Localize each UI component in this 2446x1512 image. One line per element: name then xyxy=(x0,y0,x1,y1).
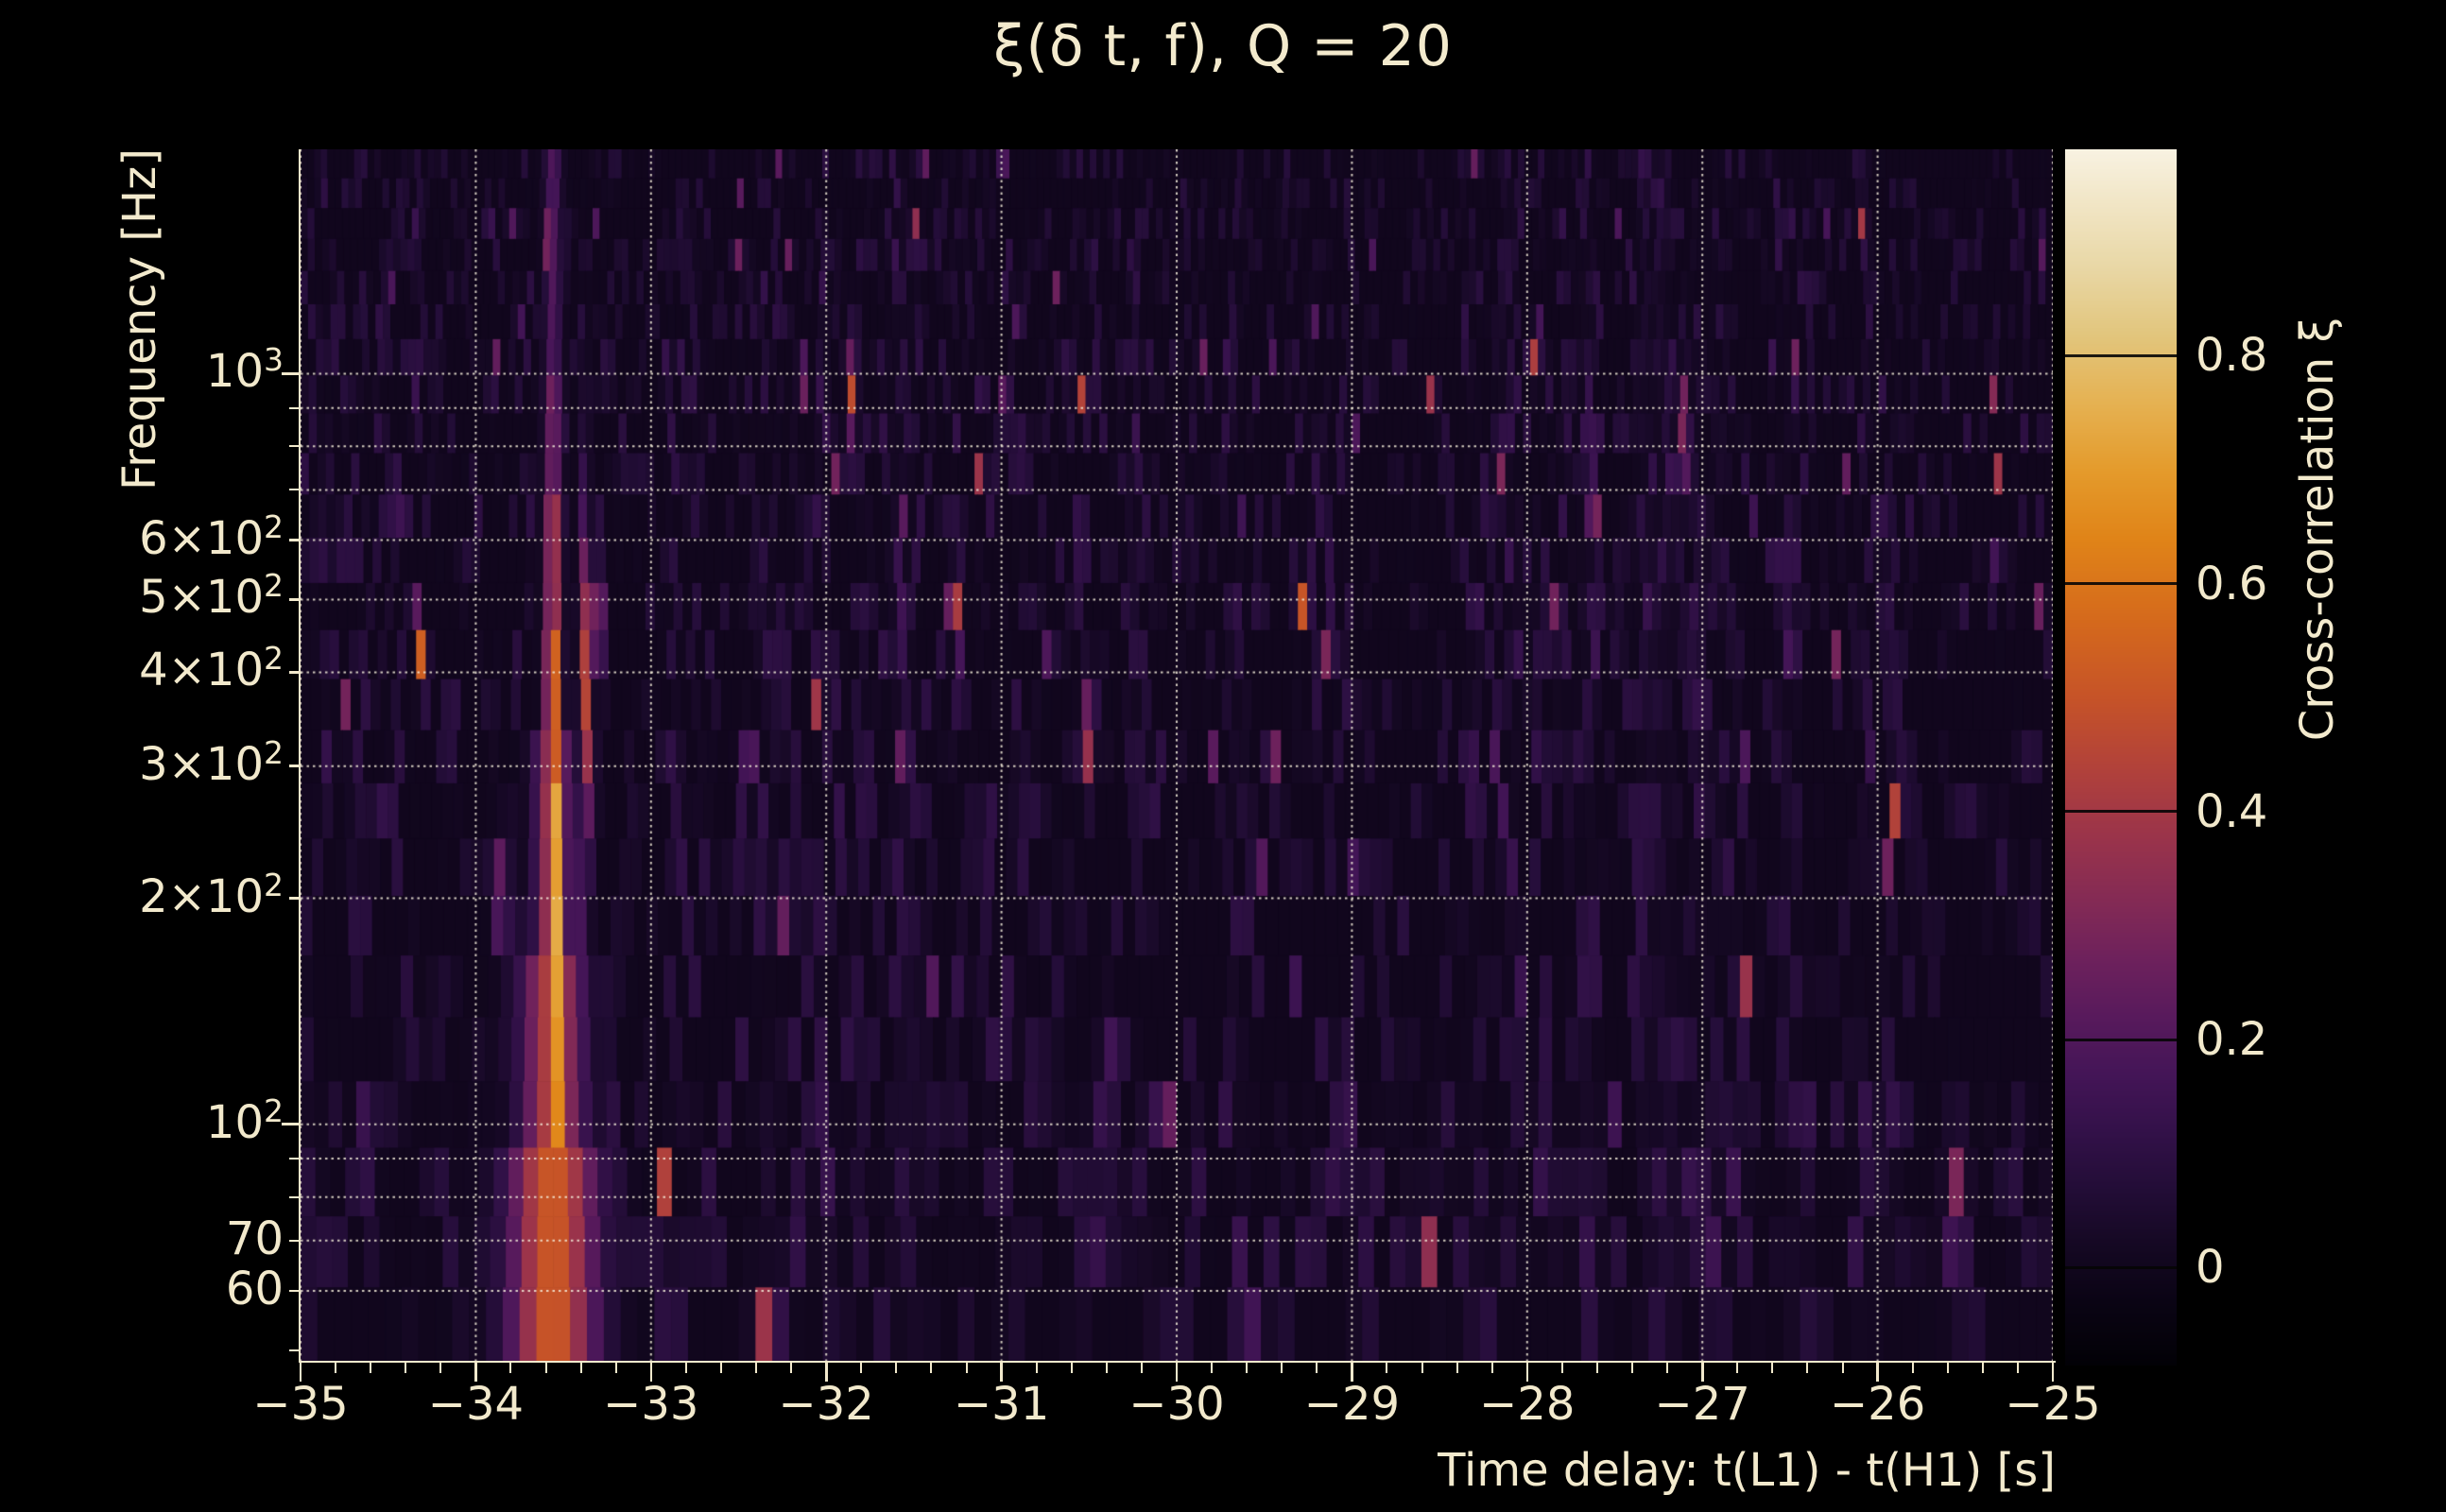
y-tick xyxy=(282,1123,301,1125)
x-minor-tick xyxy=(1035,1363,1038,1373)
y-tick xyxy=(289,671,301,674)
y-minor-tick xyxy=(289,1349,301,1351)
x-minor-tick xyxy=(1841,1363,1844,1373)
x-minor-tick xyxy=(1736,1363,1739,1373)
x-minor-tick xyxy=(1490,1363,1493,1373)
colorbar-title: Cross-correlation ξ xyxy=(2291,317,2344,742)
y-tick-label: 4×102 xyxy=(139,640,284,697)
x-minor-tick xyxy=(965,1363,968,1373)
y-tick-label: 102 xyxy=(205,1091,284,1149)
x-minor-tick xyxy=(335,1363,337,1373)
y-minor-tick xyxy=(289,1158,301,1160)
x-minor-tick xyxy=(579,1363,582,1373)
x-tick-label: −27 xyxy=(1654,1378,1750,1431)
x-minor-tick xyxy=(1140,1363,1143,1373)
spectrogram-heatmap xyxy=(301,149,2053,1361)
y-tick xyxy=(289,897,301,900)
x-tick-label: −33 xyxy=(603,1378,699,1431)
colorbar-tick-label: 0 xyxy=(2196,1241,2225,1295)
x-minor-tick xyxy=(1246,1363,1249,1373)
x-minor-tick xyxy=(1981,1363,1984,1373)
x-minor-tick xyxy=(930,1363,933,1373)
x-minor-tick xyxy=(509,1363,512,1373)
x-minor-tick xyxy=(1771,1363,1774,1373)
colorbar-tick-label: 0.8 xyxy=(2196,329,2268,383)
x-minor-tick xyxy=(895,1363,898,1373)
x-minor-tick xyxy=(614,1363,617,1373)
x-minor-tick xyxy=(1560,1363,1563,1373)
x-minor-tick xyxy=(1070,1363,1073,1373)
colorbar-tick xyxy=(2065,810,2177,814)
x-minor-tick xyxy=(1105,1363,1108,1373)
x-tick-label: −28 xyxy=(1479,1378,1576,1431)
y-tick xyxy=(289,598,301,601)
x-minor-tick xyxy=(1595,1363,1598,1373)
x-minor-tick xyxy=(1211,1363,1214,1373)
x-minor-tick xyxy=(1911,1363,1914,1373)
y-tick-label: 103 xyxy=(205,341,284,399)
x-minor-tick xyxy=(1386,1363,1388,1373)
x-minor-tick xyxy=(405,1363,407,1373)
x-minor-tick xyxy=(1456,1363,1458,1373)
x-minor-tick xyxy=(1316,1363,1318,1373)
colorbar-tick-label: 0.4 xyxy=(2196,784,2268,838)
colorbar-tick xyxy=(2065,1265,2177,1269)
colorbar-tick-label: 0.6 xyxy=(2196,557,2268,610)
colorbar-tick xyxy=(2065,582,2177,586)
y-tick xyxy=(282,372,301,375)
y-tick xyxy=(289,765,301,767)
y-tick-label: 5×102 xyxy=(139,567,284,625)
x-minor-tick xyxy=(755,1363,758,1373)
x-minor-tick xyxy=(1631,1363,1634,1373)
chart-title: ξ(δ t, f), Q = 20 xyxy=(993,13,1453,79)
x-tick-label: −25 xyxy=(2005,1378,2101,1431)
y-minor-tick xyxy=(289,406,301,409)
y-minor-tick xyxy=(289,1195,301,1198)
y-tick-label: 3×102 xyxy=(139,733,284,791)
colorbar-tick xyxy=(2065,353,2177,357)
x-tick-label: −30 xyxy=(1128,1378,1225,1431)
x-minor-tick xyxy=(544,1363,547,1373)
x-minor-tick xyxy=(790,1363,793,1373)
y-tick xyxy=(289,539,301,541)
y-tick-label: 60 xyxy=(225,1262,284,1315)
x-minor-tick xyxy=(370,1363,372,1373)
y-axis-line xyxy=(299,149,301,1363)
y-axis-title: Frequency [Hz] xyxy=(113,148,166,490)
x-tick-label: −32 xyxy=(778,1378,874,1431)
x-minor-tick xyxy=(439,1363,442,1373)
x-tick-label: −35 xyxy=(252,1378,349,1431)
x-minor-tick xyxy=(2016,1363,2019,1373)
y-minor-tick xyxy=(289,445,301,448)
figure: ξ(δ t, f), Q = 20 Frequency [Hz] −35 −34 −… xyxy=(0,0,2446,1512)
colorbar-tick-label: 0.2 xyxy=(2196,1013,2268,1067)
y-tick-label: 70 xyxy=(225,1211,284,1265)
x-minor-tick xyxy=(719,1363,722,1373)
x-minor-tick xyxy=(1806,1363,1809,1373)
x-minor-tick xyxy=(1666,1363,1669,1373)
x-tick-label: −26 xyxy=(1829,1378,1926,1431)
x-minor-tick xyxy=(684,1363,687,1373)
x-axis-title: Time delay: t(L1) - t(H1) [s] xyxy=(1438,1444,2056,1497)
x-minor-tick xyxy=(1281,1363,1283,1373)
x-tick-label: −29 xyxy=(1303,1378,1401,1431)
x-minor-tick xyxy=(860,1363,863,1373)
x-tick-label: −34 xyxy=(427,1378,525,1431)
y-minor-tick xyxy=(289,489,301,491)
colorbar-tick xyxy=(2065,1038,2177,1041)
y-tick-label: 2×102 xyxy=(139,866,284,923)
y-tick xyxy=(289,1239,301,1242)
x-tick-label: −31 xyxy=(953,1378,1050,1431)
y-tick xyxy=(289,1289,301,1293)
colorbar-gradient xyxy=(2065,149,2177,1366)
x-minor-tick xyxy=(1946,1363,1949,1373)
y-tick-label: 6×102 xyxy=(139,507,284,565)
x-minor-tick xyxy=(1421,1363,1423,1373)
